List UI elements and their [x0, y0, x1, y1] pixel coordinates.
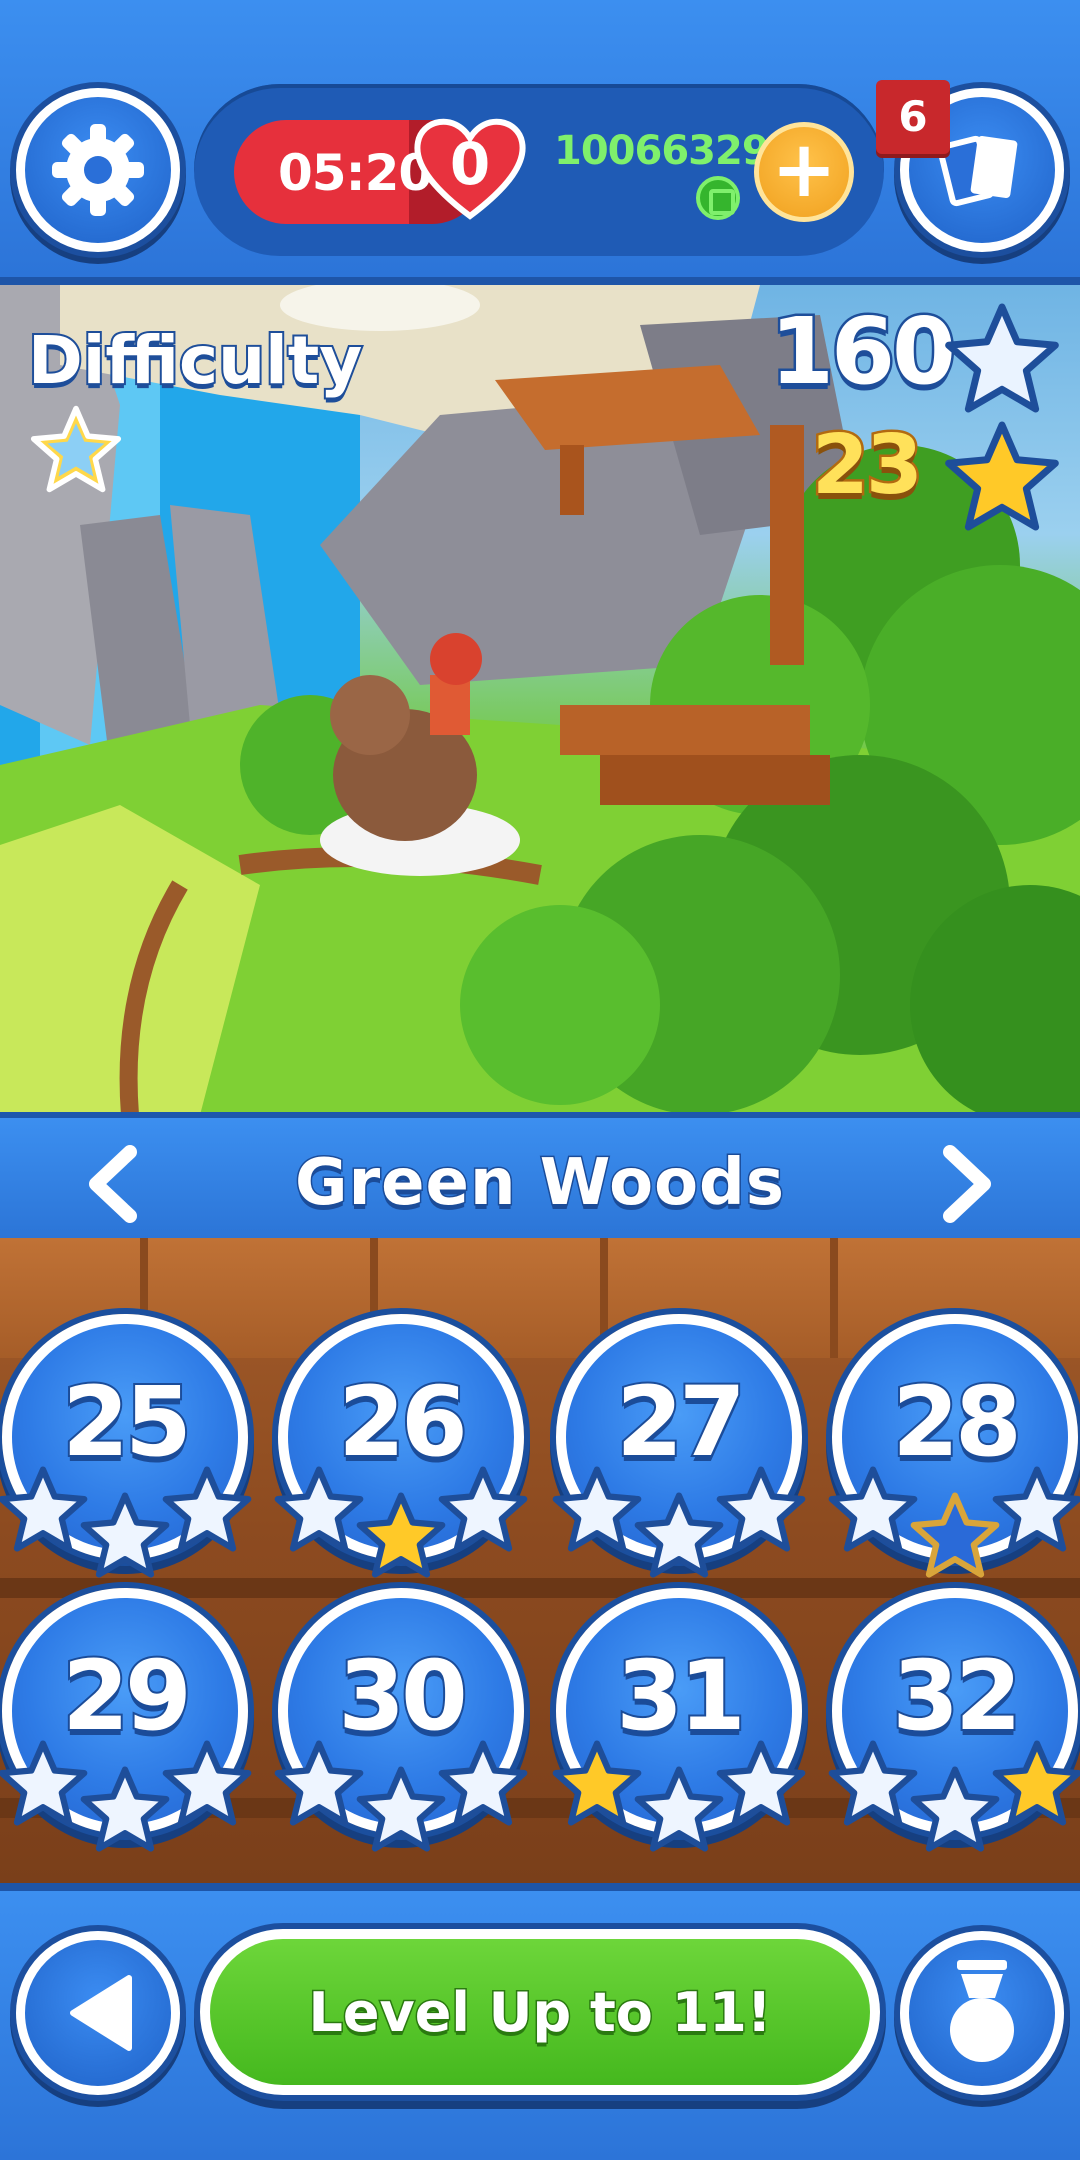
white-star-icon [274, 1466, 364, 1556]
level-button-26[interactable]: 26 [274, 1314, 528, 1578]
white-star-icon [716, 1466, 806, 1556]
level-button-32[interactable]: 32 [828, 1588, 1080, 1852]
cards-count-badge: 6 [876, 80, 950, 154]
bottom-bar: Level Up to 11! [0, 1883, 1080, 2160]
level-button-28[interactable]: 28 [828, 1314, 1080, 1578]
level-number: 25 [60, 1364, 194, 1480]
level-button-29[interactable]: 29 [0, 1588, 252, 1852]
white-star-icon [716, 1740, 806, 1830]
level-number: 29 [60, 1638, 194, 1754]
back-triangle-icon [70, 1975, 132, 2051]
world-scene: Difficulty 160 23 [0, 285, 1080, 1115]
white-star-icon [828, 1740, 918, 1830]
lives-count: 0 [449, 130, 491, 198]
next-world-button[interactable] [928, 1144, 1008, 1224]
white-star-icon [944, 302, 1060, 418]
top-bar: 05:20 0 100663296 + 6 [0, 0, 1080, 285]
white-star-icon [0, 1466, 88, 1556]
level-number: 31 [614, 1638, 748, 1754]
level-number: 26 [336, 1364, 470, 1480]
plus-icon: + [771, 125, 837, 215]
gear-icon [52, 124, 144, 216]
level-button-25[interactable]: 25 [0, 1314, 252, 1578]
back-button[interactable] [16, 1931, 180, 2095]
white-star-icon [162, 1740, 252, 1830]
medal-icon [950, 1960, 1014, 2062]
white-star-icon [0, 1740, 88, 1830]
lives-heart[interactable]: 0 [410, 112, 530, 222]
scene-illustration [0, 285, 1080, 1115]
white-star-icon [634, 1766, 724, 1856]
gold-star-icon [552, 1740, 642, 1830]
gold-star-icon [356, 1492, 446, 1582]
level-button-31[interactable]: 31 [552, 1588, 806, 1852]
white-star-icon [634, 1492, 724, 1582]
level-number: 32 [890, 1638, 1024, 1754]
outline-star-icon [910, 1492, 1000, 1582]
white-star-icon [992, 1466, 1080, 1556]
resource-bar: 05:20 0 100663296 + [194, 84, 884, 256]
white-star-icon [80, 1766, 170, 1856]
coin-icon [696, 176, 740, 220]
white-star-icon [438, 1740, 528, 1830]
white-star-icon [162, 1466, 252, 1556]
level-button-30[interactable]: 30 [274, 1588, 528, 1852]
medal-button[interactable] [900, 1931, 1064, 2095]
level-grid: 25 26 27 28 29 30 31 32 [0, 1238, 1080, 1883]
add-coins-button[interactable]: + [754, 122, 854, 222]
white-star-icon [910, 1766, 1000, 1856]
gold-star-icon [992, 1740, 1080, 1830]
chevron-right-icon [943, 1145, 991, 1223]
total-stars-count: 160 [768, 296, 959, 408]
difficulty-label: Difficulty [26, 320, 364, 401]
white-star-icon [438, 1466, 528, 1556]
world-header: Green Woods [0, 1112, 1080, 1242]
white-star-icon [274, 1740, 364, 1830]
white-star-icon [552, 1466, 642, 1556]
world-title: Green Woods [294, 1145, 786, 1222]
level-number: 30 [336, 1638, 470, 1754]
difficulty-star-icon[interactable] [30, 404, 122, 498]
white-star-icon [356, 1766, 446, 1856]
white-star-icon [828, 1466, 918, 1556]
level-number: 27 [614, 1364, 748, 1480]
gold-star-icon [944, 420, 1060, 536]
level-up-button[interactable]: Level Up to 11! [200, 1929, 880, 2095]
white-star-icon [80, 1492, 170, 1582]
gold-stars-count: 23 [809, 416, 925, 516]
level-button-27[interactable]: 27 [552, 1314, 806, 1578]
level-number: 28 [890, 1364, 1024, 1480]
settings-button[interactable] [16, 88, 180, 252]
level-up-label: Level Up to 11! [307, 1980, 773, 2046]
